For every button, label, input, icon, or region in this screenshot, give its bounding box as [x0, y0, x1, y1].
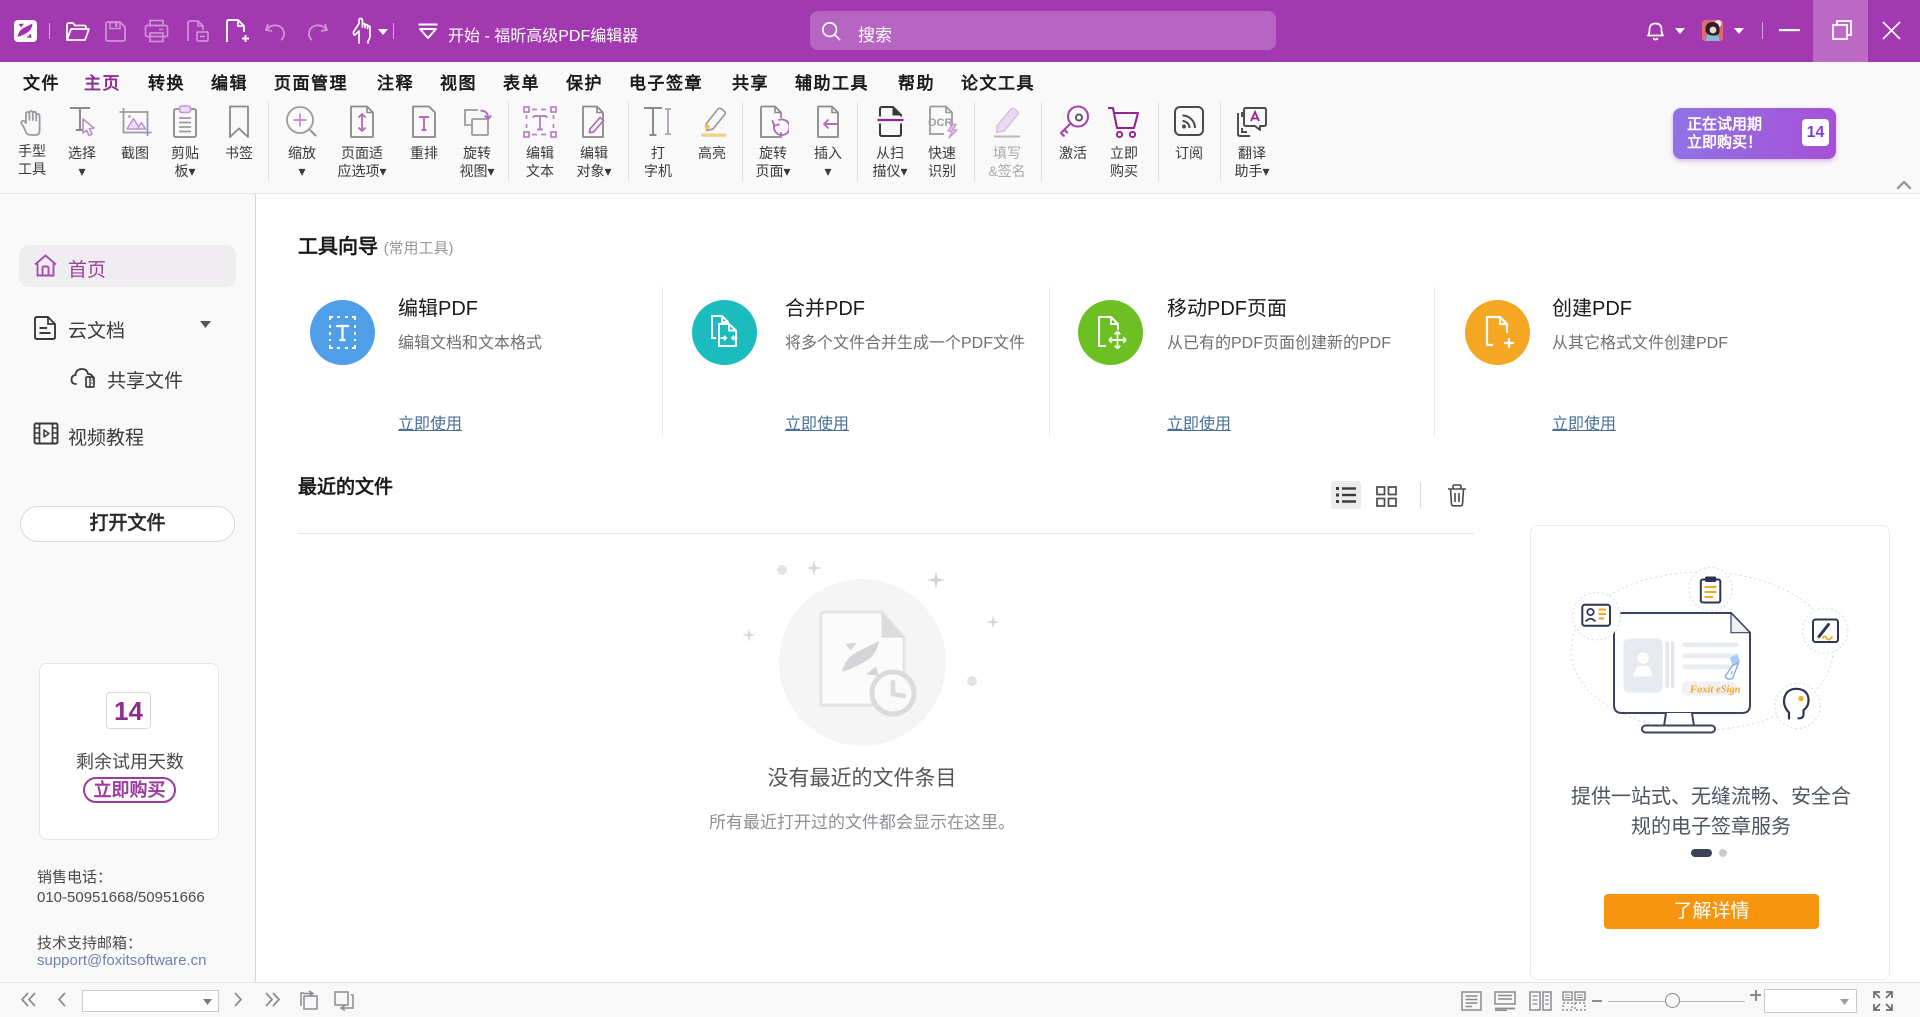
svg-text:Foxit eSign: Foxit eSign: [1689, 685, 1741, 696]
svg-text:OCR: OCR: [928, 117, 953, 129]
